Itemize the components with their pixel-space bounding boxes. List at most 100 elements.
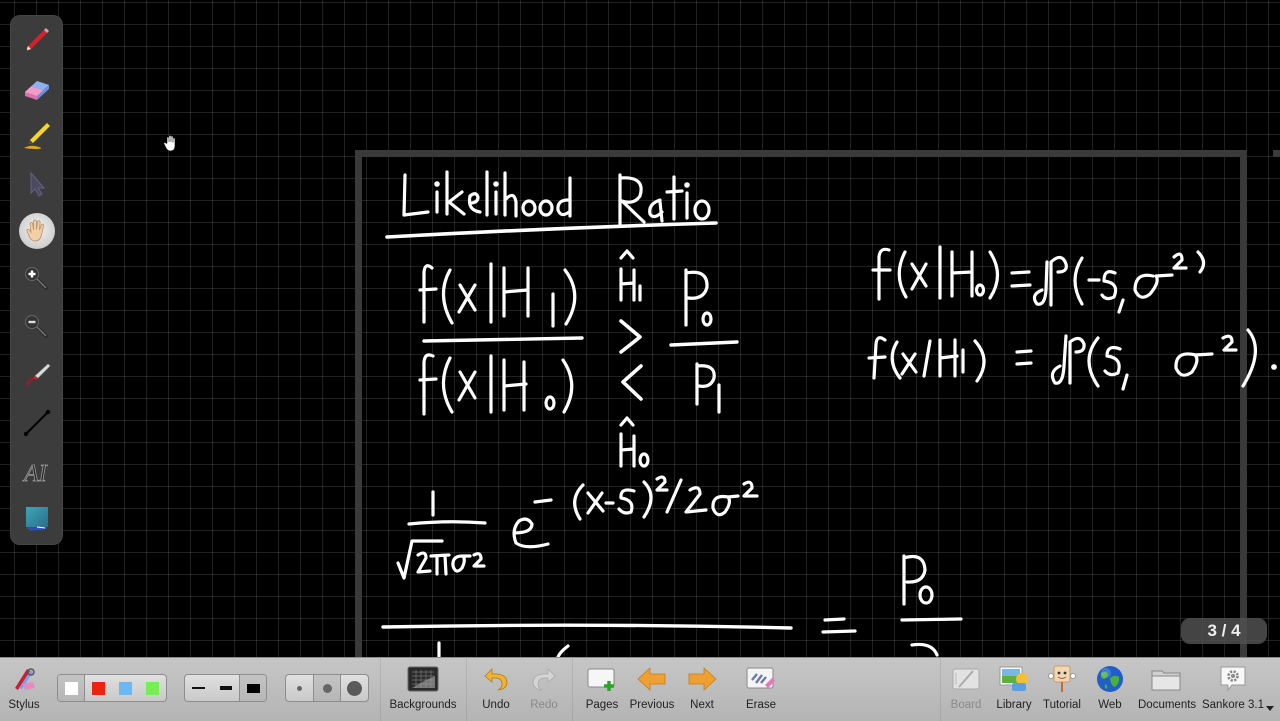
folder-icon xyxy=(1151,670,1181,691)
library-label: Library xyxy=(996,699,1032,711)
color-blue[interactable] xyxy=(112,675,139,701)
line-medium-glyph xyxy=(219,686,232,690)
pages-label: Pages xyxy=(585,699,619,711)
bottom-toolbar: Stylus Backgrounds Undo Redo Pages Previ… xyxy=(0,657,1280,721)
tool-line[interactable] xyxy=(19,405,55,441)
dot-small-glyph xyxy=(297,685,302,691)
backgrounds-label: Backgrounds xyxy=(389,699,457,711)
sankore-version-label: Sankore 3.1 xyxy=(1201,699,1264,711)
globe-icon xyxy=(1097,666,1123,692)
highlighter-icon xyxy=(24,123,50,149)
handwritten-gaussian xyxy=(396,475,759,580)
svg-text:AI: AI xyxy=(22,461,48,487)
color-red[interactable] xyxy=(85,675,112,701)
tool-eraser[interactable] xyxy=(19,70,55,106)
pages-button[interactable]: Pages xyxy=(582,662,622,718)
pen-icon xyxy=(25,28,49,52)
line-thin-glyph xyxy=(192,687,205,689)
eraser-size-medium[interactable] xyxy=(314,675,341,701)
stylus-button[interactable]: Stylus xyxy=(4,662,44,718)
redo-button[interactable]: Redo xyxy=(524,662,564,718)
color-swatch-blue xyxy=(119,681,132,695)
eraser-size-large[interactable] xyxy=(341,675,368,701)
hand-icon xyxy=(26,219,45,242)
page-indicator: 3 / 4 xyxy=(1181,618,1267,644)
backgrounds-icon xyxy=(407,666,439,692)
line-width-selector xyxy=(184,674,267,702)
tool-zoom-out[interactable] xyxy=(19,309,55,345)
undo-label: Undo xyxy=(482,699,510,711)
capture-icon xyxy=(26,507,48,531)
web-label: Web xyxy=(1098,699,1122,711)
eraser-icon xyxy=(25,81,49,100)
board-mode-button[interactable]: Board xyxy=(948,662,984,718)
arrow-pointer-icon xyxy=(30,171,46,197)
color-swatch-red xyxy=(92,681,105,695)
previous-label: Previous xyxy=(629,699,675,711)
arrow-right-icon xyxy=(688,667,717,691)
tool-palette: AI xyxy=(10,15,63,545)
tool-marker[interactable] xyxy=(19,118,55,154)
zoom-in-icon xyxy=(25,267,49,291)
chevron-down-icon[interactable] xyxy=(1266,706,1274,711)
board-icon xyxy=(952,668,980,690)
settings-gear-icon xyxy=(1220,666,1246,692)
add-page-icon xyxy=(587,668,615,691)
line-width-thin[interactable] xyxy=(185,675,212,701)
dot-medium-glyph xyxy=(322,683,332,693)
previous-button[interactable]: Previous xyxy=(627,662,677,718)
library-icon xyxy=(999,666,1028,691)
erase-button[interactable]: Erase xyxy=(740,662,782,718)
tool-zoom-in[interactable] xyxy=(19,261,55,297)
library-button[interactable]: Library xyxy=(994,662,1034,718)
dot-large-glyph xyxy=(347,680,362,696)
line-width-thick[interactable] xyxy=(240,675,266,701)
backgrounds-button[interactable]: Backgrounds xyxy=(388,662,458,718)
stylus-label: Stylus xyxy=(8,699,40,711)
whiteboard-canvas[interactable]: 3 / 4 xyxy=(0,0,1280,657)
text-tool-icon: AI xyxy=(22,461,48,487)
redo-icon xyxy=(532,668,556,691)
tool-hand[interactable] xyxy=(19,213,55,249)
line-width-medium[interactable] xyxy=(212,675,240,701)
next-label: Next xyxy=(690,699,714,711)
handwritten-title xyxy=(385,170,718,239)
eraser-size-selector xyxy=(285,674,369,702)
handwritten-hypotheses xyxy=(867,245,1277,391)
tool-text[interactable]: AI xyxy=(19,453,55,489)
web-button[interactable]: Web xyxy=(1092,662,1128,718)
undo-button[interactable]: Undo xyxy=(476,662,516,718)
tutorial-icon xyxy=(1048,665,1076,692)
handwriting-layer xyxy=(381,170,1277,657)
color-swatch-white xyxy=(64,681,78,695)
color-selector xyxy=(57,674,167,702)
tool-selector[interactable] xyxy=(19,166,55,202)
handwritten-decision-rule xyxy=(619,249,739,468)
color-white[interactable] xyxy=(58,675,85,701)
color-swatch-green xyxy=(146,681,159,695)
next-button[interactable]: Next xyxy=(682,662,722,718)
tutorial-label: Tutorial xyxy=(1043,699,1081,711)
eraser-size-small[interactable] xyxy=(286,675,314,701)
laser-pointer-icon xyxy=(24,363,51,387)
documents-button[interactable]: Documents xyxy=(1138,662,1197,718)
erase-board-icon xyxy=(746,667,775,689)
arrow-left-icon xyxy=(637,667,666,691)
tool-laser-pointer[interactable] xyxy=(19,357,55,393)
undo-icon xyxy=(484,668,508,691)
tool-capture[interactable] xyxy=(19,501,55,537)
hand-cursor-icon xyxy=(163,134,176,152)
line-thick-glyph xyxy=(246,683,260,693)
documents-label: Documents xyxy=(1138,699,1197,711)
line-icon xyxy=(23,409,51,437)
tutorial-button[interactable]: Tutorial xyxy=(1040,662,1084,718)
stylus-icon xyxy=(15,668,35,690)
board-label: Board xyxy=(950,699,982,711)
handwritten-ratio xyxy=(418,262,584,416)
handwritten-equation-bottom xyxy=(381,554,963,657)
sankore-menu-button[interactable]: Sankore 3.1 xyxy=(1200,662,1266,718)
tool-pen[interactable] xyxy=(19,22,55,58)
redo-label: Redo xyxy=(530,699,558,711)
zoom-out-icon xyxy=(25,315,49,339)
color-green[interactable] xyxy=(139,675,166,701)
